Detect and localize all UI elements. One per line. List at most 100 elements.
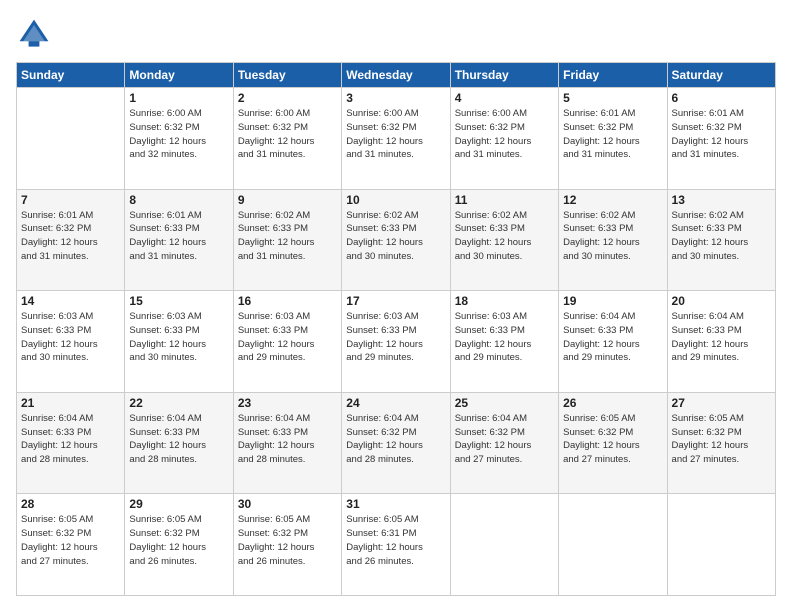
day-number: 11 [455, 193, 554, 207]
calendar-cell: 31Sunrise: 6:05 AM Sunset: 6:31 PM Dayli… [342, 494, 450, 596]
day-info: Sunrise: 6:03 AM Sunset: 6:33 PM Dayligh… [455, 310, 554, 365]
day-number: 4 [455, 91, 554, 105]
day-info: Sunrise: 6:03 AM Sunset: 6:33 PM Dayligh… [346, 310, 445, 365]
day-info: Sunrise: 6:00 AM Sunset: 6:32 PM Dayligh… [129, 107, 228, 162]
calendar-cell: 12 Sunrise: 6:02 AM Sunset: 6:33 PM Dayli… [559, 189, 667, 291]
calendar-cell: 18 Sunrise: 6:03 AM Sunset: 6:33 PM Dayli… [450, 291, 558, 393]
day-info: Sunrise: 6:04 AM Sunset: 6:33 PM Dayligh… [672, 310, 771, 365]
day-number: 20 [672, 294, 771, 308]
day-number: 24 [346, 396, 445, 410]
day-number: 5 [563, 91, 662, 105]
calendar-cell: 1 Sunrise: 6:00 AM Sunset: 6:32 PM Daylig… [125, 88, 233, 190]
day-info: Sunrise: 6:00 AM Sunset: 6:32 PM Dayligh… [238, 107, 337, 162]
calendar-cell: 19 Sunrise: 6:04 AM Sunset: 6:33 PM Dayli… [559, 291, 667, 393]
day-info: Sunrise: 6:05 AM Sunset: 6:32 PM Dayligh… [672, 412, 771, 467]
day-info: Sunrise: 6:03 AM Sunset: 6:33 PM Dayligh… [238, 310, 337, 365]
weekday-friday: Friday [559, 63, 667, 88]
weekday-row: Sunday Monday Tuesday Wednesday Thursday… [17, 63, 776, 88]
weekday-thursday: Thursday [450, 63, 558, 88]
day-number: 30 [238, 497, 337, 511]
day-info: Sunrise: 6:02 AM Sunset: 6:33 PM Dayligh… [238, 209, 337, 264]
calendar-cell: 22 Sunrise: 6:04 AM Sunset: 6:33 PM Dayli… [125, 392, 233, 494]
calendar-cell: 28 Sunrise: 6:05 AM Sunset: 6:32 PM Dayli… [17, 494, 125, 596]
day-info: Sunrise: 6:04 AM Sunset: 6:33 PM Dayligh… [129, 412, 228, 467]
day-info: Sunrise: 6:04 AM Sunset: 6:32 PM Dayligh… [346, 412, 445, 467]
calendar-cell: 29Sunrise: 6:05 AM Sunset: 6:32 PM Dayli… [125, 494, 233, 596]
calendar-cell [559, 494, 667, 596]
calendar-cell: 21 Sunrise: 6:04 AM Sunset: 6:33 PM Dayli… [17, 392, 125, 494]
day-number: 3 [346, 91, 445, 105]
calendar-cell: 14 Sunrise: 6:03 AM Sunset: 6:33 PM Dayli… [17, 291, 125, 393]
calendar-week-row: 28 Sunrise: 6:05 AM Sunset: 6:32 PM Dayli… [17, 494, 776, 596]
weekday-sunday: Sunday [17, 63, 125, 88]
day-info: Sunrise: 6:03 AM Sunset: 6:33 PM Dayligh… [21, 310, 120, 365]
day-number: 21 [21, 396, 120, 410]
calendar-cell: 24 Sunrise: 6:04 AM Sunset: 6:32 PM Dayli… [342, 392, 450, 494]
calendar-cell: 25Sunrise: 6:04 AM Sunset: 6:32 PM Dayli… [450, 392, 558, 494]
calendar-week-row: 1 Sunrise: 6:00 AM Sunset: 6:32 PM Daylig… [17, 88, 776, 190]
day-info: Sunrise: 6:03 AM Sunset: 6:33 PM Dayligh… [129, 310, 228, 365]
calendar-body: 1 Sunrise: 6:00 AM Sunset: 6:32 PM Daylig… [17, 88, 776, 596]
day-info: Sunrise: 6:04 AM Sunset: 6:33 PM Dayligh… [238, 412, 337, 467]
day-number: 8 [129, 193, 228, 207]
day-number: 16 [238, 294, 337, 308]
calendar-cell: 7Sunrise: 6:01 AM Sunset: 6:32 PM Daylig… [17, 189, 125, 291]
day-number: 22 [129, 396, 228, 410]
day-info: Sunrise: 6:04 AM Sunset: 6:33 PM Dayligh… [21, 412, 120, 467]
day-number: 14 [21, 294, 120, 308]
calendar-cell: 13 Sunrise: 6:02 AM Sunset: 6:33 PM Dayli… [667, 189, 775, 291]
calendar-cell: 3 Sunrise: 6:00 AM Sunset: 6:32 PM Daylig… [342, 88, 450, 190]
day-info: Sunrise: 6:02 AM Sunset: 6:33 PM Dayligh… [455, 209, 554, 264]
day-info: Sunrise: 6:02 AM Sunset: 6:33 PM Dayligh… [563, 209, 662, 264]
day-number: 2 [238, 91, 337, 105]
day-number: 28 [21, 497, 120, 511]
calendar-table: Sunday Monday Tuesday Wednesday Thursday… [16, 62, 776, 596]
weekday-wednesday: Wednesday [342, 63, 450, 88]
calendar-cell [450, 494, 558, 596]
day-number: 23 [238, 396, 337, 410]
weekday-saturday: Saturday [667, 63, 775, 88]
day-info: Sunrise: 6:00 AM Sunset: 6:32 PM Dayligh… [455, 107, 554, 162]
day-number: 26 [563, 396, 662, 410]
calendar-cell: 6 Sunrise: 6:01 AM Sunset: 6:32 PM Daylig… [667, 88, 775, 190]
calendar-cell: 30Sunrise: 6:05 AM Sunset: 6:32 PM Dayli… [233, 494, 341, 596]
day-info: Sunrise: 6:00 AM Sunset: 6:32 PM Dayligh… [346, 107, 445, 162]
calendar-cell [17, 88, 125, 190]
day-number: 25 [455, 396, 554, 410]
day-number: 18 [455, 294, 554, 308]
day-info: Sunrise: 6:02 AM Sunset: 6:33 PM Dayligh… [672, 209, 771, 264]
header [16, 16, 776, 52]
day-number: 9 [238, 193, 337, 207]
day-info: Sunrise: 6:01 AM Sunset: 6:32 PM Dayligh… [563, 107, 662, 162]
day-number: 29 [129, 497, 228, 511]
calendar-cell: 16 Sunrise: 6:03 AM Sunset: 6:33 PM Dayli… [233, 291, 341, 393]
day-info: Sunrise: 6:05 AM Sunset: 6:32 PM Dayligh… [563, 412, 662, 467]
day-number: 1 [129, 91, 228, 105]
day-info: Sunrise: 6:05 AM Sunset: 6:32 PM Dayligh… [21, 513, 120, 568]
day-number: 19 [563, 294, 662, 308]
day-number: 31 [346, 497, 445, 511]
calendar-cell: 20 Sunrise: 6:04 AM Sunset: 6:33 PM Dayli… [667, 291, 775, 393]
day-number: 10 [346, 193, 445, 207]
day-info: Sunrise: 6:04 AM Sunset: 6:33 PM Dayligh… [563, 310, 662, 365]
day-number: 15 [129, 294, 228, 308]
day-info: Sunrise: 6:01 AM Sunset: 6:33 PM Dayligh… [129, 209, 228, 264]
calendar-cell: 9 Sunrise: 6:02 AM Sunset: 6:33 PM Daylig… [233, 189, 341, 291]
day-info: Sunrise: 6:01 AM Sunset: 6:32 PM Dayligh… [21, 209, 120, 264]
calendar-week-row: 7Sunrise: 6:01 AM Sunset: 6:32 PM Daylig… [17, 189, 776, 291]
day-info: Sunrise: 6:01 AM Sunset: 6:32 PM Dayligh… [672, 107, 771, 162]
page: Sunday Monday Tuesday Wednesday Thursday… [0, 0, 792, 612]
day-number: 6 [672, 91, 771, 105]
calendar-header: Sunday Monday Tuesday Wednesday Thursday… [17, 63, 776, 88]
day-number: 27 [672, 396, 771, 410]
calendar-cell: 2 Sunrise: 6:00 AM Sunset: 6:32 PM Daylig… [233, 88, 341, 190]
calendar-cell: 4 Sunrise: 6:00 AM Sunset: 6:32 PM Daylig… [450, 88, 558, 190]
day-info: Sunrise: 6:02 AM Sunset: 6:33 PM Dayligh… [346, 209, 445, 264]
weekday-tuesday: Tuesday [233, 63, 341, 88]
logo-icon [16, 16, 52, 52]
day-number: 17 [346, 294, 445, 308]
day-number: 12 [563, 193, 662, 207]
day-number: 13 [672, 193, 771, 207]
calendar-cell: 23 Sunrise: 6:04 AM Sunset: 6:33 PM Dayli… [233, 392, 341, 494]
calendar-cell: 10 Sunrise: 6:02 AM Sunset: 6:33 PM Dayli… [342, 189, 450, 291]
